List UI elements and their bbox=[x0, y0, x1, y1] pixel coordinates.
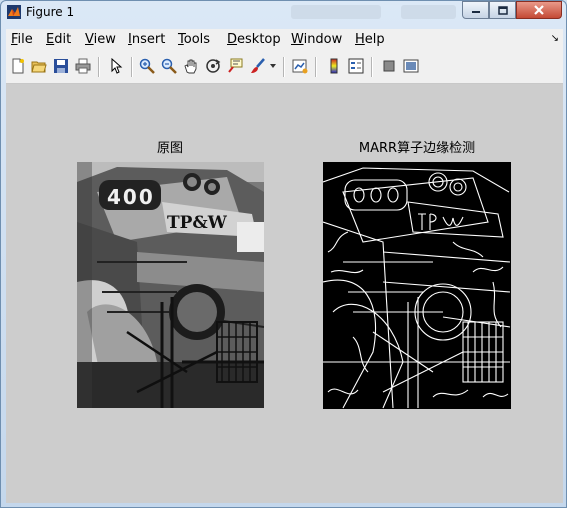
new-figure-icon bbox=[12, 58, 24, 74]
menu-desktop[interactable]: Desktop bbox=[227, 32, 281, 47]
maximize-icon bbox=[497, 5, 508, 15]
menu-edit[interactable]: Edit bbox=[46, 32, 71, 47]
menu-file-label: ile bbox=[17, 32, 33, 47]
brush-icon bbox=[251, 58, 265, 73]
menu-help[interactable]: Help bbox=[355, 32, 385, 47]
save-button[interactable] bbox=[51, 56, 71, 76]
figure-window: Figure 1 File Edit View Insert Tools Des… bbox=[0, 0, 567, 508]
original-image[interactable]: 400 TP&W bbox=[77, 162, 264, 408]
close-button[interactable] bbox=[516, 1, 562, 19]
figure-canvas[interactable]: 原图 MARR算子边缘检测 400 TP&W bbox=[6, 84, 563, 503]
maximize-button[interactable] bbox=[489, 1, 516, 19]
insert-colorbar-button[interactable] bbox=[324, 56, 344, 76]
new-figure-button[interactable] bbox=[8, 56, 28, 76]
dock-arrow-icon[interactable]: ↘ bbox=[551, 33, 559, 44]
blurred-title-area bbox=[291, 5, 381, 19]
toolbar-separator bbox=[283, 57, 285, 77]
insert-legend-button[interactable] bbox=[346, 56, 366, 76]
minimize-button[interactable] bbox=[462, 1, 489, 19]
window-title: Figure 1 bbox=[26, 5, 75, 19]
hide-plot-tools-button[interactable] bbox=[379, 56, 399, 76]
open-file-icon bbox=[31, 61, 47, 73]
data-cursor-icon bbox=[228, 58, 243, 73]
rotate-3d-button[interactable] bbox=[203, 56, 223, 76]
close-icon bbox=[534, 5, 544, 15]
image-number-text: 400 bbox=[107, 185, 155, 209]
zoom-out-button[interactable] bbox=[159, 56, 179, 76]
toolbar-separator bbox=[371, 57, 373, 77]
print-icon bbox=[75, 58, 91, 74]
zoom-in-icon bbox=[139, 58, 155, 74]
print-button[interactable] bbox=[73, 56, 93, 76]
toolbar-separator bbox=[131, 57, 133, 77]
open-file-button[interactable] bbox=[29, 56, 49, 76]
edit-plot-button[interactable] bbox=[106, 56, 126, 76]
toolbar-separator bbox=[98, 57, 100, 77]
axes-title-marr: MARR算子边缘检测 bbox=[358, 141, 476, 156]
menu-file[interactable]: File bbox=[11, 32, 33, 47]
toolbar-separator bbox=[315, 57, 317, 77]
image-logo-text: TP&W bbox=[167, 213, 228, 233]
marr-edge-image[interactable] bbox=[323, 162, 511, 409]
link-plot-icon bbox=[292, 59, 308, 74]
brush-dropdown-icon bbox=[270, 64, 276, 68]
title-bar[interactable]: Figure 1 bbox=[1, 1, 566, 25]
rotate-3d-icon bbox=[206, 59, 221, 73]
show-plot-tools-button[interactable] bbox=[401, 56, 421, 76]
menu-bar: File Edit View Insert Tools Desktop Wind… bbox=[6, 29, 563, 51]
zoom-out-icon bbox=[161, 58, 177, 74]
show-plot-tools-icon bbox=[403, 59, 419, 73]
axes-title-original: 原图 bbox=[156, 141, 183, 156]
hide-plot-tools-icon bbox=[383, 60, 395, 72]
menu-insert[interactable]: Insert bbox=[128, 32, 165, 47]
menu-window[interactable]: Window bbox=[291, 32, 342, 47]
figure-toolbar bbox=[6, 51, 563, 84]
save-icon bbox=[54, 59, 68, 73]
matlab-logo-icon bbox=[7, 5, 21, 19]
menu-tools[interactable]: Tools bbox=[178, 32, 210, 47]
insert-colorbar-icon bbox=[330, 58, 338, 74]
menu-view[interactable]: View bbox=[85, 32, 116, 47]
data-cursor-button[interactable] bbox=[225, 56, 245, 76]
locomotive-grayscale-image: 400 TP&W bbox=[77, 162, 264, 408]
link-plot-button[interactable] bbox=[290, 56, 310, 76]
brush-button[interactable] bbox=[248, 56, 268, 76]
zoom-in-button[interactable] bbox=[137, 56, 157, 76]
brush-dropdown-button[interactable] bbox=[268, 56, 278, 76]
insert-legend-icon bbox=[348, 58, 364, 74]
pan-button[interactable] bbox=[181, 56, 201, 76]
pan-hand-icon bbox=[184, 59, 197, 74]
edge-detection-output bbox=[323, 167, 511, 409]
edit-plot-arrow-icon bbox=[111, 58, 123, 74]
blurred-title-area bbox=[401, 5, 456, 19]
minimize-icon bbox=[471, 11, 480, 13]
